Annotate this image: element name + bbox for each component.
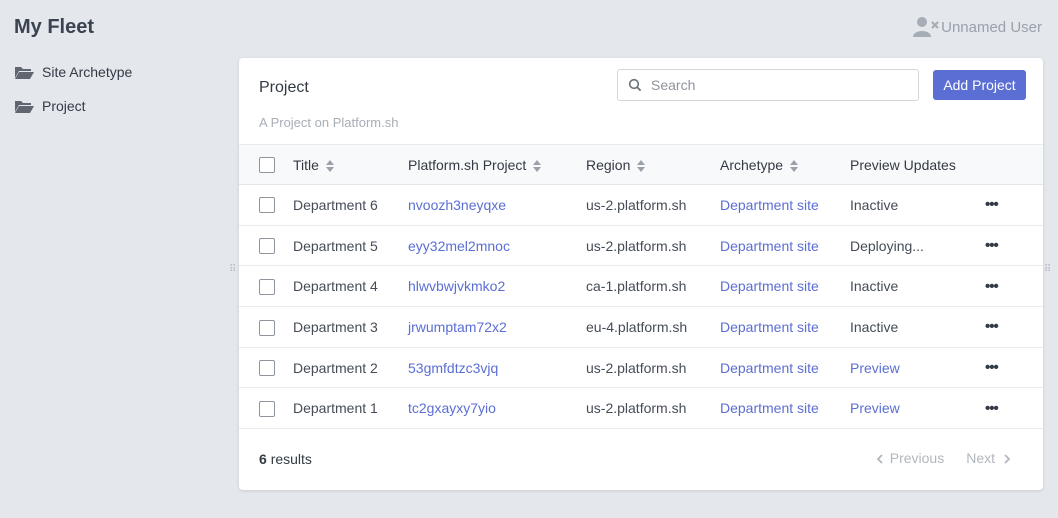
column-header-archetype[interactable]: Archetype <box>720 145 850 185</box>
row-region: us-2.platform.sh <box>586 196 687 213</box>
sort-icon <box>325 159 334 172</box>
sidebar-item-label: Site Archetype <box>42 64 133 80</box>
results-count: 6 results <box>259 451 312 467</box>
row-menu-button[interactable]: ••• <box>985 359 999 376</box>
results-label: results <box>270 451 312 467</box>
archetype-link[interactable]: Department site <box>720 278 819 294</box>
user-menu[interactable]: Unnamed User <box>913 16 1042 38</box>
row-menu-button[interactable]: ••• <box>985 196 999 213</box>
row-preview-status: Inactive <box>850 318 899 335</box>
results-number: 6 <box>259 451 267 467</box>
preview-link[interactable]: Preview <box>850 360 900 376</box>
row-title: Department 4 <box>293 278 378 295</box>
chevron-left-icon <box>876 454 883 464</box>
add-project-button[interactable]: Add Project <box>933 70 1026 100</box>
folder-open-icon <box>15 100 34 113</box>
row-preview-status: Deploying... <box>850 237 924 254</box>
table-row: Department 4 hlwvbwjvkmko2 ca-1.platform… <box>239 266 1043 307</box>
row-preview-status: Inactive <box>850 196 899 213</box>
row-region: us-2.platform.sh <box>586 359 687 376</box>
row-region: eu-4.platform.sh <box>586 318 688 335</box>
table-row: Department 3 jrwumptam72x2 eu-4.platform… <box>239 307 1043 348</box>
platform-project-link[interactable]: 53gmfdtzc3vjq <box>408 360 498 376</box>
table-header-row: Title Platform.sh Project Region Archety… <box>239 144 1043 185</box>
column-header-title[interactable]: Title <box>293 145 408 185</box>
panel-title: Project <box>259 79 309 96</box>
table-row: Department 6 nvoozh3neyqxe us-2.platform… <box>239 185 1043 226</box>
archetype-link[interactable]: Department site <box>720 400 819 416</box>
archetype-link[interactable]: Department site <box>720 319 819 335</box>
resize-handle-right[interactable]: ⠿ <box>1044 265 1051 275</box>
row-menu-button[interactable]: ••• <box>985 237 999 254</box>
row-checkbox[interactable] <box>259 400 275 417</box>
platform-project-link[interactable]: hlwvbwjvkmko2 <box>408 278 505 294</box>
user-name: Unnamed User <box>941 18 1042 36</box>
sidebar-item-project[interactable]: Project <box>14 96 132 116</box>
column-header-region[interactable]: Region <box>586 145 720 185</box>
platform-project-link[interactable]: tc2gxayxy7yio <box>408 400 496 416</box>
row-region: us-2.platform.sh <box>586 237 687 254</box>
pagination: Previous Next <box>876 450 1011 466</box>
sort-icon <box>637 159 646 172</box>
row-region: us-2.platform.sh <box>586 400 687 417</box>
sidebar: Site Archetype Project <box>14 62 132 130</box>
search-input[interactable] <box>651 77 891 93</box>
search-box[interactable] <box>617 69 919 101</box>
chevron-right-icon <box>1004 454 1011 464</box>
row-checkbox[interactable] <box>259 238 275 255</box>
row-checkbox[interactable] <box>259 278 275 295</box>
row-title: Department 2 <box>293 359 378 376</box>
next-button[interactable]: Next <box>966 450 1011 466</box>
column-header-preview-updates: Preview Updates <box>850 156 956 173</box>
table-row: Department 1 tc2gxayxy7yio us-2.platform… <box>239 388 1043 429</box>
platform-project-link[interactable]: eyy32mel2mnoc <box>408 238 510 254</box>
select-all-checkbox[interactable] <box>259 157 275 174</box>
platform-project-link[interactable]: jrwumptam72x2 <box>408 319 507 335</box>
sort-icon <box>790 159 799 172</box>
project-panel: Project A Project on Platform.sh Add Pro… <box>239 58 1043 490</box>
row-title: Department 1 <box>293 400 378 417</box>
table-row: Department 5 eyy32mel2mnoc us-2.platform… <box>239 225 1043 266</box>
archetype-link[interactable]: Department site <box>720 238 819 254</box>
archetype-link[interactable]: Department site <box>720 360 819 376</box>
sidebar-item-site-archetype[interactable]: Site Archetype <box>14 62 132 82</box>
row-title: Department 5 <box>293 237 378 254</box>
user-x-icon <box>913 17 939 37</box>
row-checkbox[interactable] <box>259 319 275 336</box>
folder-open-icon <box>15 66 34 79</box>
platform-project-link[interactable]: nvoozh3neyqxe <box>408 197 506 213</box>
preview-link[interactable]: Preview <box>850 400 900 416</box>
sort-icon <box>533 159 542 172</box>
row-checkbox[interactable] <box>259 360 275 377</box>
column-header-platform-project[interactable]: Platform.sh Project <box>408 145 586 185</box>
row-checkbox[interactable] <box>259 197 275 214</box>
row-region: ca-1.platform.sh <box>586 278 687 295</box>
app-title: My Fleet <box>14 16 95 38</box>
row-menu-button[interactable]: ••• <box>985 278 999 295</box>
table-row: Department 2 53gmfdtzc3vjq us-2.platform… <box>239 347 1043 388</box>
resize-handle-left[interactable]: ⠿ <box>229 265 236 275</box>
row-menu-button[interactable]: ••• <box>985 400 999 417</box>
row-preview-status: Inactive <box>850 278 899 295</box>
row-title: Department 6 <box>293 196 378 213</box>
sidebar-item-label: Project <box>42 98 86 114</box>
row-title: Department 3 <box>293 318 378 335</box>
previous-button[interactable]: Previous <box>876 450 944 466</box>
panel-subtitle: A Project on Platform.sh <box>259 115 399 130</box>
projects-table: Title Platform.sh Project Region Archety… <box>239 144 1043 429</box>
archetype-link[interactable]: Department site <box>720 197 819 213</box>
row-menu-button[interactable]: ••• <box>985 318 999 335</box>
search-icon <box>628 78 642 92</box>
